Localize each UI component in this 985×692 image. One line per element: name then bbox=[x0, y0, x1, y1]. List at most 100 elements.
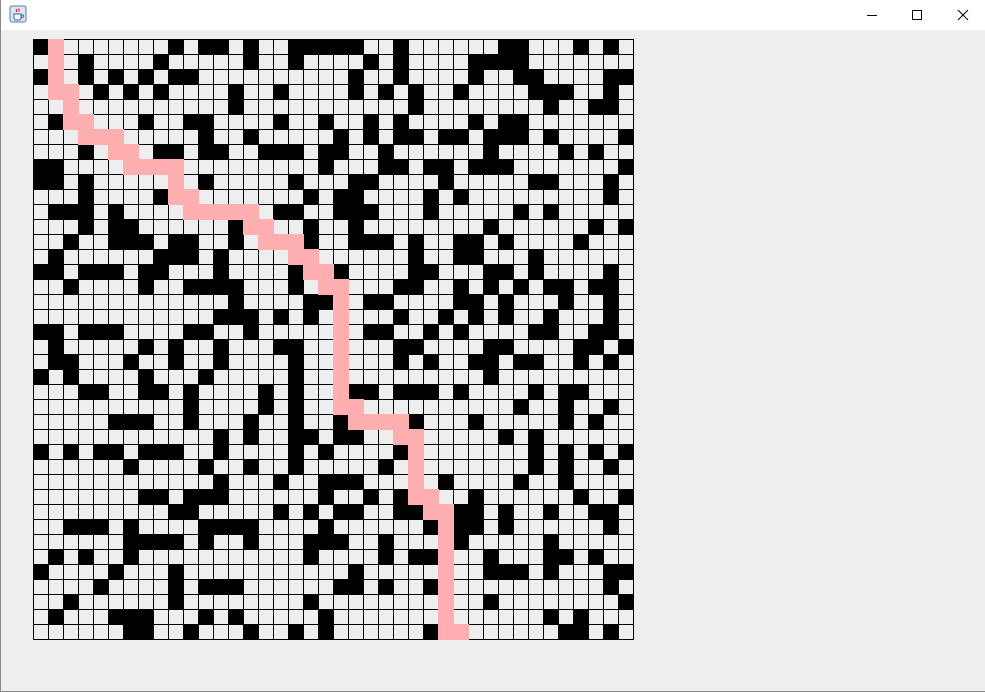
open-cell[interactable] bbox=[288, 564, 303, 579]
open-cell[interactable] bbox=[258, 489, 273, 504]
wall-cell[interactable] bbox=[108, 264, 123, 279]
open-cell[interactable] bbox=[468, 219, 483, 234]
open-cell[interactable] bbox=[513, 429, 528, 444]
open-cell[interactable] bbox=[93, 414, 108, 429]
open-cell[interactable] bbox=[453, 354, 468, 369]
open-cell[interactable] bbox=[603, 159, 618, 174]
wall-cell[interactable] bbox=[498, 504, 513, 519]
open-cell[interactable] bbox=[318, 324, 333, 339]
wall-cell[interactable] bbox=[513, 354, 528, 369]
open-cell[interactable] bbox=[138, 294, 153, 309]
open-cell[interactable] bbox=[408, 189, 423, 204]
open-cell[interactable] bbox=[573, 534, 588, 549]
wall-cell[interactable] bbox=[303, 39, 318, 54]
wall-cell[interactable] bbox=[273, 144, 288, 159]
open-cell[interactable] bbox=[333, 624, 348, 639]
open-cell[interactable] bbox=[153, 474, 168, 489]
wall-cell[interactable] bbox=[408, 279, 423, 294]
open-cell[interactable] bbox=[468, 594, 483, 609]
wall-cell[interactable] bbox=[288, 144, 303, 159]
open-cell[interactable] bbox=[558, 324, 573, 339]
open-cell[interactable] bbox=[48, 489, 63, 504]
open-cell[interactable] bbox=[258, 339, 273, 354]
java-coffee-cup-icon[interactable] bbox=[9, 5, 27, 23]
open-cell[interactable] bbox=[408, 564, 423, 579]
open-cell[interactable] bbox=[288, 99, 303, 114]
open-cell[interactable] bbox=[483, 534, 498, 549]
wall-cell[interactable] bbox=[243, 129, 258, 144]
open-cell[interactable] bbox=[273, 219, 288, 234]
open-cell[interactable] bbox=[318, 429, 333, 444]
wall-cell[interactable] bbox=[348, 84, 363, 99]
open-cell[interactable] bbox=[33, 354, 48, 369]
open-cell[interactable] bbox=[528, 519, 543, 534]
open-cell[interactable] bbox=[618, 279, 633, 294]
open-cell[interactable] bbox=[348, 339, 363, 354]
open-cell[interactable] bbox=[183, 144, 198, 159]
open-cell[interactable] bbox=[408, 369, 423, 384]
open-cell[interactable] bbox=[513, 459, 528, 474]
wall-cell[interactable] bbox=[393, 384, 408, 399]
open-cell[interactable] bbox=[573, 189, 588, 204]
open-cell[interactable] bbox=[93, 489, 108, 504]
open-cell[interactable] bbox=[93, 309, 108, 324]
open-cell[interactable] bbox=[348, 534, 363, 549]
open-cell[interactable] bbox=[198, 309, 213, 324]
open-cell[interactable] bbox=[243, 474, 258, 489]
open-cell[interactable] bbox=[438, 264, 453, 279]
open-cell[interactable] bbox=[273, 69, 288, 84]
open-cell[interactable] bbox=[93, 354, 108, 369]
wall-cell[interactable] bbox=[243, 54, 258, 69]
wall-cell[interactable] bbox=[123, 519, 138, 534]
open-cell[interactable] bbox=[153, 414, 168, 429]
open-cell[interactable] bbox=[438, 354, 453, 369]
open-cell[interactable] bbox=[273, 99, 288, 114]
wall-cell[interactable] bbox=[498, 564, 513, 579]
open-cell[interactable] bbox=[183, 534, 198, 549]
wall-cell[interactable] bbox=[138, 534, 153, 549]
wall-cell[interactable] bbox=[318, 534, 333, 549]
open-cell[interactable] bbox=[528, 624, 543, 639]
wall-cell[interactable] bbox=[348, 189, 363, 204]
open-cell[interactable] bbox=[363, 459, 378, 474]
open-cell[interactable] bbox=[453, 114, 468, 129]
open-cell[interactable] bbox=[258, 519, 273, 534]
open-cell[interactable] bbox=[468, 339, 483, 354]
wall-cell[interactable] bbox=[303, 234, 318, 249]
wall-cell[interactable] bbox=[153, 84, 168, 99]
open-cell[interactable] bbox=[138, 144, 153, 159]
open-cell[interactable] bbox=[273, 429, 288, 444]
wall-cell[interactable] bbox=[213, 474, 228, 489]
open-cell[interactable] bbox=[288, 294, 303, 309]
wall-cell[interactable] bbox=[333, 429, 348, 444]
open-cell[interactable] bbox=[108, 549, 123, 564]
open-cell[interactable] bbox=[588, 429, 603, 444]
open-cell[interactable] bbox=[123, 594, 138, 609]
open-cell[interactable] bbox=[573, 129, 588, 144]
open-cell[interactable] bbox=[618, 174, 633, 189]
wall-cell[interactable] bbox=[168, 144, 183, 159]
open-cell[interactable] bbox=[498, 399, 513, 414]
wall-cell[interactable] bbox=[153, 189, 168, 204]
wall-cell[interactable] bbox=[48, 339, 63, 354]
open-cell[interactable] bbox=[378, 204, 393, 219]
wall-cell[interactable] bbox=[243, 309, 258, 324]
wall-cell[interactable] bbox=[573, 489, 588, 504]
open-cell[interactable] bbox=[438, 204, 453, 219]
open-cell[interactable] bbox=[93, 609, 108, 624]
open-cell[interactable] bbox=[528, 564, 543, 579]
open-cell[interactable] bbox=[183, 264, 198, 279]
open-cell[interactable] bbox=[318, 189, 333, 204]
open-cell[interactable] bbox=[318, 129, 333, 144]
wall-cell[interactable] bbox=[198, 534, 213, 549]
wall-cell[interactable] bbox=[423, 159, 438, 174]
wall-cell[interactable] bbox=[78, 69, 93, 84]
open-cell[interactable] bbox=[438, 294, 453, 309]
open-cell[interactable] bbox=[318, 354, 333, 369]
open-cell[interactable] bbox=[558, 564, 573, 579]
open-cell[interactable] bbox=[168, 414, 183, 429]
open-cell[interactable] bbox=[243, 609, 258, 624]
open-cell[interactable] bbox=[48, 624, 63, 639]
open-cell[interactable] bbox=[108, 294, 123, 309]
open-cell[interactable] bbox=[168, 549, 183, 564]
